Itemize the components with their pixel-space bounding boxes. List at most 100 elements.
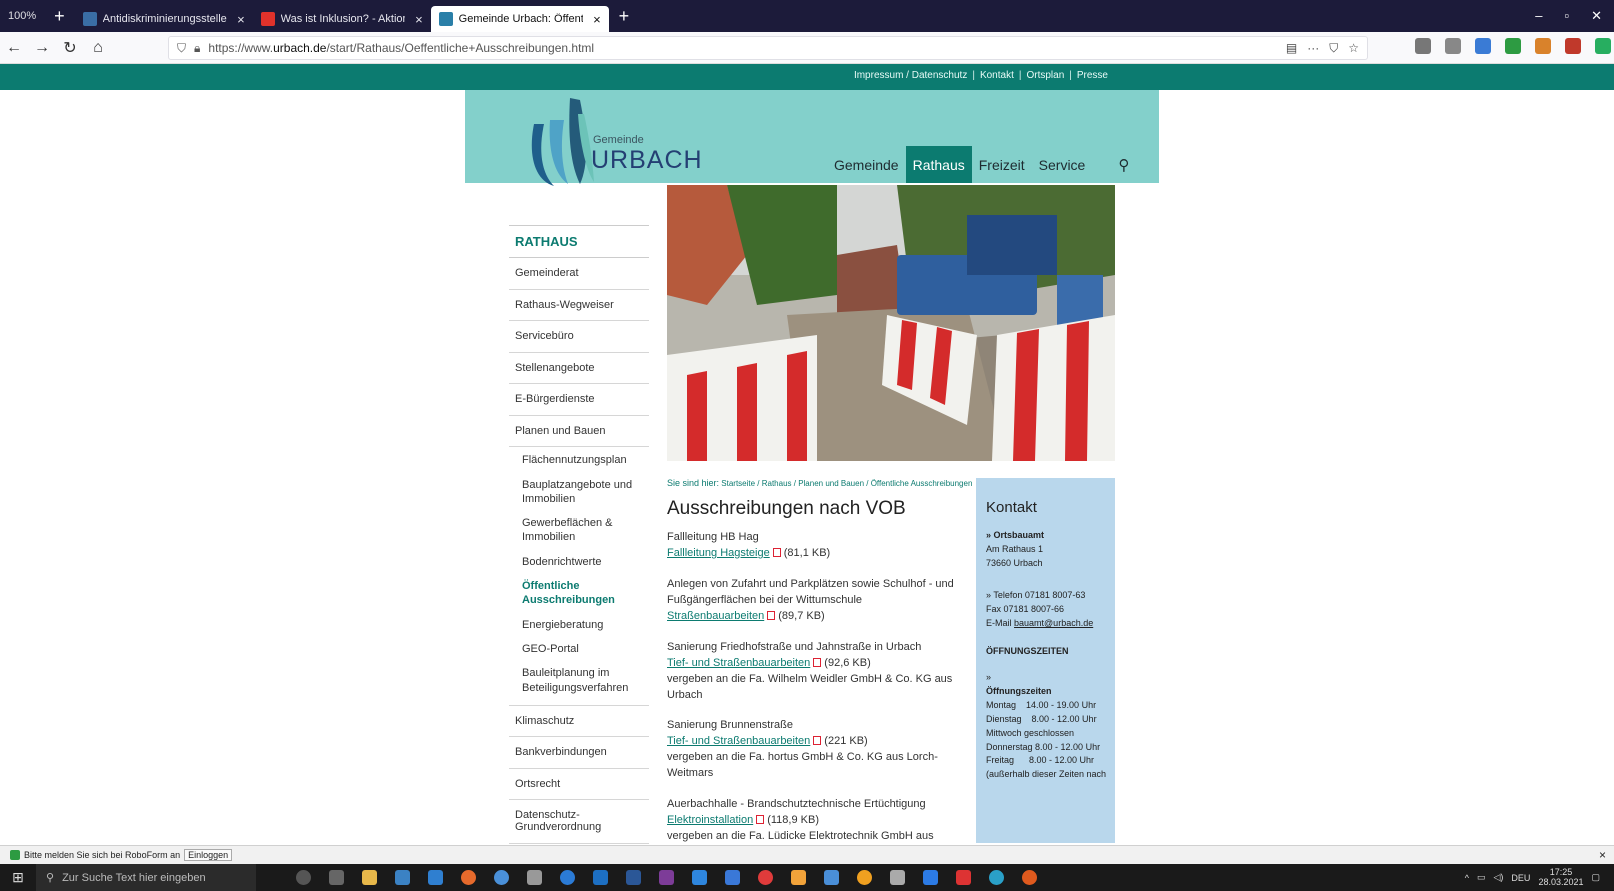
language-indicator[interactable]: DEU [1511,873,1530,883]
contact-email-link[interactable]: bauamt@urbach.de [1014,618,1093,628]
back-icon[interactable]: ← [0,39,28,57]
top-link[interactable]: Presse [1077,70,1108,81]
sidebar-item[interactable]: Datenschutz-Grundverordnung [509,800,649,844]
search-icon[interactable]: ⚲ [1118,146,1129,183]
sidebar-item[interactable]: Stellenangebote [509,353,649,385]
extension-icon[interactable] [1475,38,1491,54]
outlook-icon[interactable] [593,870,608,885]
pocket-icon[interactable]: ⛉ [1329,41,1338,56]
store-icon[interactable] [395,870,410,885]
top-link[interactable]: Impressum / Datenschutz [854,70,967,81]
app-icon[interactable] [494,870,509,885]
edge-icon[interactable] [989,870,1004,885]
sidebar-heading[interactable]: RATHAUS [509,225,649,258]
close-roboform-icon[interactable]: × [1599,848,1614,862]
close-tab-icon[interactable]: × [593,12,601,27]
close-tab-icon[interactable]: × [237,12,245,27]
sidebar-subitem[interactable]: Bauleitplanung im Beteiligungsverfahren [509,660,649,699]
sidebar-item[interactable]: Gemeinderat [509,258,649,290]
sidebar-item[interactable]: Servicebüro [509,321,649,353]
tender-pdf-link[interactable]: Tief- und Straßenbauarbeiten [667,735,810,747]
word-icon[interactable] [626,870,641,885]
breadcrumb-path[interactable]: Startseite / Rathaus / Planen und Bauen … [721,479,972,488]
sidebar-item[interactable]: E-Bürgerdienste [509,384,649,416]
app-icon[interactable] [824,870,839,885]
sidebar-subitem[interactable]: Bauplatzangebote und Immobilien [509,472,649,511]
browser-tab[interactable]: Gemeinde Urbach: Öffentliche × [430,6,609,32]
sidebar-subitem[interactable]: Bodenrichtwerte [509,549,649,573]
app-icon[interactable] [923,870,938,885]
home-icon[interactable]: ⌂ [84,39,112,57]
reload-icon[interactable]: ↻ [56,38,84,58]
sidebar-subitem[interactable]: GEO-Portal [509,636,649,660]
bookmark-star-icon[interactable]: ☆ [1348,41,1359,56]
close-window-icon[interactable]: ✕ [1591,8,1602,24]
sidebar-item[interactable]: Ortsrecht [509,769,649,801]
tray-chevron-icon[interactable]: ^ [1465,873,1469,883]
browser-tab[interactable]: Was ist Inklusion? - Aktion Me × [253,6,431,32]
forward-icon[interactable]: → [28,39,56,57]
roboform-icon[interactable] [1505,38,1521,54]
todo-icon[interactable] [692,870,707,885]
nav-item-gemeinde[interactable]: Gemeinde [827,146,906,183]
url-bar[interactable]: ⛉ 🔒︎ https://www.urbach.de/start/Rathaus… [168,36,1368,60]
task-view-icon[interactable] [329,870,344,885]
more-icon[interactable]: ··· [1307,41,1319,56]
app-icon[interactable] [1022,870,1037,885]
minimize-icon[interactable]: – [1535,8,1542,24]
explorer-icon[interactable] [362,870,377,885]
list-item: Auerbachhalle - Brandschutztechnische Er… [667,797,957,845]
app-icon[interactable] [560,870,575,885]
sidebar-icon[interactable] [1445,38,1461,54]
onenote-icon[interactable] [659,870,674,885]
sidebar-item[interactable]: Planen und Bauen [509,416,649,448]
tender-pdf-link[interactable]: Fallleitung Hagsteige [667,547,770,559]
mail-icon[interactable] [428,870,443,885]
sidebar-subitem[interactable]: Energieberatung [509,612,649,636]
tender-pdf-link[interactable]: Tief- und Straßenbauarbeiten [667,657,810,669]
library-icon[interactable] [1415,38,1431,54]
new-tab-icon[interactable]: + [44,6,75,27]
nav-item-rathaus[interactable]: Rathaus [905,146,972,183]
sidebar-item[interactable]: Klimaschutz [509,706,649,738]
nav-item-freizeit[interactable]: Freizeit [972,146,1032,183]
maximize-icon[interactable]: ▫ [1564,8,1569,24]
sidebar-subitem[interactable]: Gewerbeflächen & Immobilien [509,510,649,549]
extension-icon[interactable] [1595,38,1611,54]
app-icon[interactable] [725,870,740,885]
volume-icon[interactable]: ◁) [1494,872,1504,883]
sidebar-item[interactable]: Rathaus-Wegweiser [509,290,649,322]
tender-pdf-link[interactable]: Elektroinstallation [667,814,753,826]
close-tab-icon[interactable]: × [415,12,423,27]
urbach-logo-icon[interactable] [520,94,600,190]
top-link[interactable]: Kontakt [980,70,1014,81]
sidebar-subitem[interactable]: Öffentliche Ausschreibungen [509,573,649,612]
app-icon[interactable] [791,870,806,885]
sidebar-item[interactable]: Bankverbindungen [509,737,649,769]
clock[interactable]: 17:25 28.03.2021 [1538,867,1583,888]
new-tab-button[interactable]: + [609,6,640,27]
app-icon[interactable] [527,870,542,885]
windows-start-icon[interactable]: ⊞ [0,869,36,886]
firefox-icon[interactable] [461,870,476,885]
tender-link-row: Tief- und Straßenbauarbeiten (92,6 KB) [667,656,957,672]
app-icon[interactable] [758,870,773,885]
app-icon[interactable] [956,870,971,885]
notification-icon[interactable]: ▢ [1591,872,1600,883]
cortana-icon[interactable] [296,870,311,885]
tender-pdf-link[interactable]: Straßenbauarbeiten [667,610,764,622]
extension-icon[interactable] [1565,38,1581,54]
nav-item-service[interactable]: Service [1032,146,1093,183]
network-icon[interactable]: ▭ [1477,872,1486,883]
top-link[interactable]: Ortsplan [1026,70,1064,81]
chrome-icon[interactable] [857,870,872,885]
reader-icon[interactable]: ▤ [1286,41,1297,56]
extension-icon[interactable] [1535,38,1551,54]
sidebar-subitem[interactable]: Flächennutzungsplan [509,447,649,471]
app-icon[interactable] [890,870,905,885]
zoom-level[interactable]: 100% [0,10,44,22]
taskbar-search[interactable]: ⚲ Zur Suche Text hier eingeben [36,864,256,891]
login-button[interactable]: Einloggen [184,849,233,861]
browser-tab[interactable]: Antidiskriminierungsstelle - Sta × [75,6,253,32]
tender-title: Fallleitung HB Hag [667,531,759,543]
